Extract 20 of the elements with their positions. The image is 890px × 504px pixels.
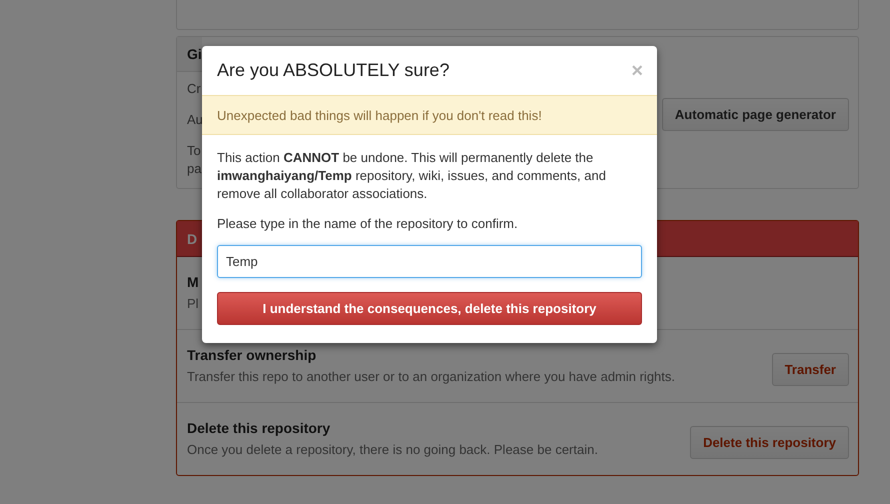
item-description: Once you delete a repository, there is no going back. Please be certain. xyxy=(187,442,598,457)
paragraph: To pa xyxy=(187,142,202,178)
section-title: D xyxy=(187,231,198,247)
generator-button[interactable]: Automatic page generator xyxy=(662,98,849,130)
item-title: M xyxy=(187,274,199,290)
section-title: Gi xyxy=(177,37,202,72)
warning-text: This action CANNOT be undone. This will permanently delete the imwanghaiyang/Temp repository, wiki, issues, and comments, and remove all collaborator associations. xyxy=(217,149,607,203)
input-field[interactable]: Temp xyxy=(217,245,642,278)
item-description: Pl xyxy=(187,296,199,311)
item-description: Transfer this repo to another user or to an organization where you have admin rights. xyxy=(187,369,676,384)
warning-message: Unexpected bad things will happen if you don't read this! xyxy=(202,95,657,135)
paragraph: Cr xyxy=(187,80,201,98)
confirm-button[interactable]: I understand the consequences, delete this repository xyxy=(217,292,642,325)
danger-button[interactable]: Delete this repository xyxy=(690,426,849,459)
item-title: Delete this repository xyxy=(187,420,330,436)
item-title: Transfer ownership xyxy=(187,347,316,363)
danger-button[interactable]: Transfer xyxy=(772,353,849,386)
dialog-title: Are you ABSOLUTELY sure? xyxy=(217,60,450,81)
prompt-text: Please type in the name of the repository to confirm. xyxy=(217,215,519,233)
paragraph: Au xyxy=(187,111,203,129)
